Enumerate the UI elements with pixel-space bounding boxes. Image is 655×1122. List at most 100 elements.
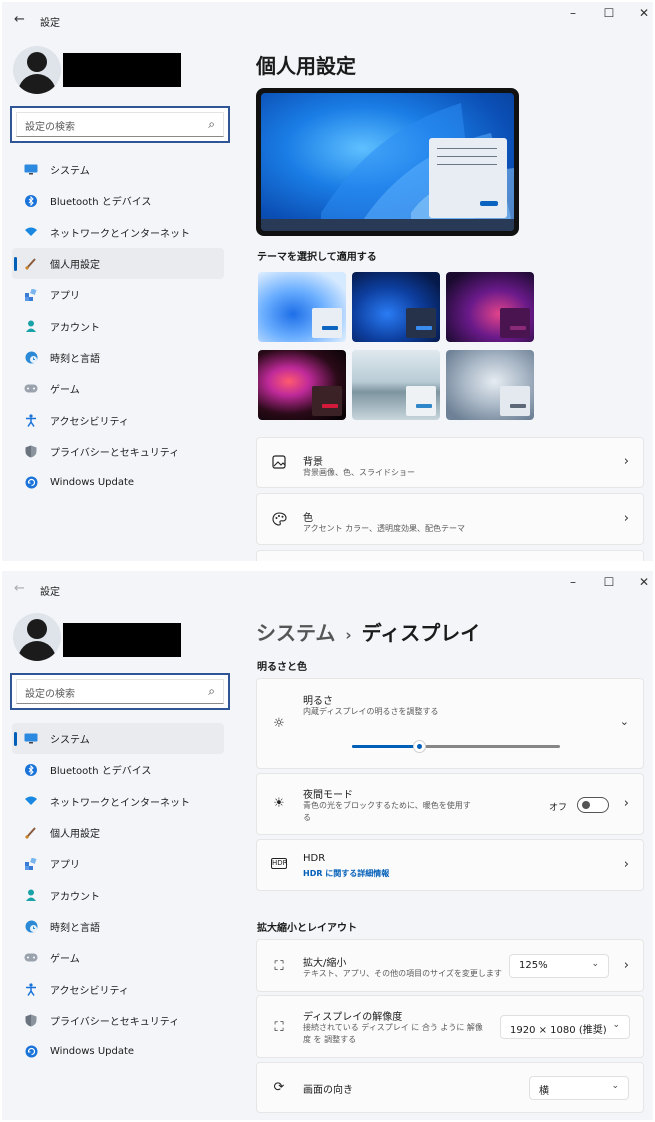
sidebar-item[interactable]: ゲーム bbox=[12, 373, 224, 404]
avatar[interactable] bbox=[13, 613, 61, 661]
sidebar-item[interactable]: Windows Update bbox=[12, 467, 224, 498]
chevron-right-icon: › bbox=[623, 454, 629, 469]
sidebar-item-label: Windows Update bbox=[50, 477, 135, 489]
sidebar-item[interactable]: Windows Update bbox=[12, 1036, 224, 1067]
card-subtitle: 背景画像、色、スライドショー bbox=[303, 468, 415, 477]
sidebar-item[interactable]: アクセシビリティ bbox=[12, 404, 224, 435]
breadcrumb: システム › ディスプレイ bbox=[256, 617, 480, 646]
orientation-dropdown[interactable]: 横 ⌄ bbox=[529, 1076, 629, 1100]
sidebar-item-label: ゲーム bbox=[50, 385, 80, 397]
search-highlight-box: 設定の検索 ⌕ bbox=[10, 673, 230, 710]
card-title: 背景 bbox=[303, 457, 323, 468]
sidebar-item[interactable]: 時刻と言語 bbox=[12, 911, 224, 942]
orientation-icon: ⟳ bbox=[273, 1080, 285, 1095]
search-icon[interactable]: ⌕ bbox=[208, 117, 215, 132]
sidebar-item[interactable]: システム bbox=[12, 154, 224, 185]
sidebar-item-label: 個人用設定 bbox=[50, 829, 100, 841]
sidebar-item-label: 個人用設定 bbox=[50, 260, 100, 272]
card-title: 明るさ bbox=[303, 696, 333, 707]
night-light-toggle[interactable] bbox=[577, 797, 609, 813]
avatar[interactable] bbox=[13, 46, 61, 94]
sidebar-item[interactable]: アクセシビリティ bbox=[12, 973, 224, 1004]
next-setting-card[interactable] bbox=[256, 550, 644, 561]
title-bar: ← 設定 – ☐ ✕ bbox=[2, 2, 653, 38]
theme-tile-captured-motion[interactable] bbox=[258, 350, 346, 420]
back-arrow-icon[interactable]: ← bbox=[14, 581, 25, 596]
sidebar-item[interactable]: アプリ bbox=[12, 848, 224, 879]
sidebar-item[interactable]: プライバシーとセキュリティ bbox=[12, 436, 224, 467]
chevron-right-icon[interactable]: › bbox=[624, 796, 629, 811]
accessibility-icon bbox=[24, 413, 38, 427]
scale-dropdown[interactable]: 125% ⌄ bbox=[509, 954, 609, 978]
maximize-button[interactable]: ☐ bbox=[599, 575, 619, 589]
resolution-dropdown[interactable]: 1920 × 1080 (推奨) ⌄ bbox=[500, 1015, 630, 1039]
chevron-right-icon[interactable]: › bbox=[624, 857, 629, 872]
dropdown-value: 125% bbox=[519, 960, 548, 971]
night-light-card[interactable]: ☀ 夜間モード 青色の光をブロックするために、暖色を使用す る オフ › bbox=[256, 773, 644, 835]
redacted-user-name bbox=[63, 623, 181, 657]
image-icon bbox=[271, 455, 287, 473]
minimize-button[interactable]: – bbox=[563, 575, 583, 589]
card-subtitle: テキスト、アプリ、その他の項目のサイズを変更します bbox=[303, 969, 502, 978]
hdr-card[interactable]: HDR HDR HDR に関する詳細情報 › bbox=[256, 839, 644, 891]
brightness-card[interactable]: ☼ 明るさ 内蔵ディスプレイの明るさを調整する ⌄ bbox=[256, 678, 644, 769]
card-title: ディスプレイの解像度 bbox=[303, 1012, 403, 1023]
update-icon bbox=[24, 1045, 38, 1059]
section-heading-layout: 拡大縮小とレイアウト bbox=[257, 923, 357, 934]
sidebar-item[interactable]: 個人用設定 bbox=[12, 247, 224, 280]
theme-tile-windows-dark[interactable] bbox=[352, 272, 440, 342]
color-setting-card[interactable]: 色 アクセント カラー、透明度効果、配色テーマ › bbox=[256, 493, 644, 545]
sidebar-item[interactable]: ゲーム bbox=[12, 942, 224, 973]
brightness-slider[interactable] bbox=[352, 740, 560, 753]
apps-icon bbox=[24, 857, 38, 871]
sidebar-item-label: システム bbox=[50, 166, 90, 178]
slider-thumb[interactable] bbox=[412, 740, 426, 753]
sidebar-item[interactable]: アプリ bbox=[12, 279, 224, 310]
settings-window-display: ← 設定 – ☐ ✕ 設定の検索 ⌕ システム Bluetooth とデバイス ネッ… bbox=[2, 571, 653, 1120]
sidebar-item[interactable]: アカウント bbox=[12, 310, 224, 341]
hdr-icon: HDR bbox=[271, 858, 288, 869]
search-icon[interactable]: ⌕ bbox=[208, 684, 215, 699]
sample-window bbox=[429, 138, 507, 218]
chevron-right-icon[interactable]: › bbox=[624, 958, 629, 973]
chevron-down-icon: ⌄ bbox=[591, 959, 599, 969]
sidebar-item[interactable]: Bluetooth とデバイス bbox=[12, 754, 224, 785]
theme-tile-sunrise[interactable] bbox=[352, 350, 440, 420]
wifi-icon bbox=[24, 794, 38, 808]
close-button[interactable]: ✕ bbox=[634, 6, 653, 20]
close-button[interactable]: ✕ bbox=[634, 575, 653, 589]
maximize-button[interactable]: ☐ bbox=[599, 6, 619, 20]
slider-fill bbox=[352, 745, 419, 748]
wifi-icon bbox=[24, 225, 38, 239]
chevron-down-icon: ⌄ bbox=[612, 1020, 620, 1030]
search-input[interactable]: 設定の検索 ⌕ bbox=[16, 112, 224, 137]
sidebar-item[interactable]: プライバシーとセキュリティ bbox=[12, 1005, 224, 1036]
sidebar-item[interactable]: ネットワークとインターネット bbox=[12, 786, 224, 817]
sidebar-item[interactable]: ネットワークとインターネット bbox=[12, 217, 224, 248]
theme-tile-windows-light[interactable] bbox=[258, 272, 346, 342]
breadcrumb-parent[interactable]: システム bbox=[256, 621, 335, 645]
theme-tile-glow[interactable] bbox=[446, 272, 534, 342]
sidebar-item[interactable]: Bluetooth とデバイス bbox=[12, 185, 224, 216]
sidebar-item[interactable]: 時刻と言語 bbox=[12, 342, 224, 373]
chevron-down-icon[interactable]: ⌄ bbox=[620, 715, 629, 728]
background-setting-card[interactable]: 背景 背景画像、色、スライドショー › bbox=[256, 437, 644, 488]
back-arrow-icon[interactable]: ← bbox=[14, 12, 25, 27]
sidebar-item[interactable]: 個人用設定 bbox=[12, 817, 224, 848]
sidebar-nav: システム Bluetooth とデバイス ネットワークとインターネット個人用設定アプ… bbox=[12, 723, 224, 1067]
active-indicator bbox=[14, 256, 17, 271]
themes-heading: テーマを選択して適用する bbox=[257, 252, 377, 263]
theme-tile-flow[interactable] bbox=[446, 350, 534, 420]
minimize-button[interactable]: – bbox=[563, 6, 583, 20]
scale-card[interactable]: ⛶ 拡大/縮小 テキスト、アプリ、その他の項目のサイズを変更します 125% ⌄… bbox=[256, 939, 644, 992]
desktop-preview bbox=[256, 88, 519, 236]
resolution-card[interactable]: ⛶ ディスプレイの解像度 接続されている ディスプレイ に 合う ように 解像 … bbox=[256, 995, 644, 1058]
hdr-info-link[interactable]: HDR に関する詳細情報 bbox=[303, 868, 389, 879]
search-placeholder: 設定の検索 bbox=[25, 122, 75, 133]
gamepad-icon bbox=[24, 951, 38, 965]
sidebar-item[interactable]: システム bbox=[12, 723, 224, 755]
sidebar-item-label: ゲーム bbox=[50, 954, 80, 966]
orientation-card[interactable]: ⟳ 画面の向き 横 ⌄ bbox=[256, 1062, 644, 1113]
sidebar-item[interactable]: アカウント bbox=[12, 879, 224, 910]
search-input[interactable]: 設定の検索 ⌕ bbox=[16, 679, 224, 704]
